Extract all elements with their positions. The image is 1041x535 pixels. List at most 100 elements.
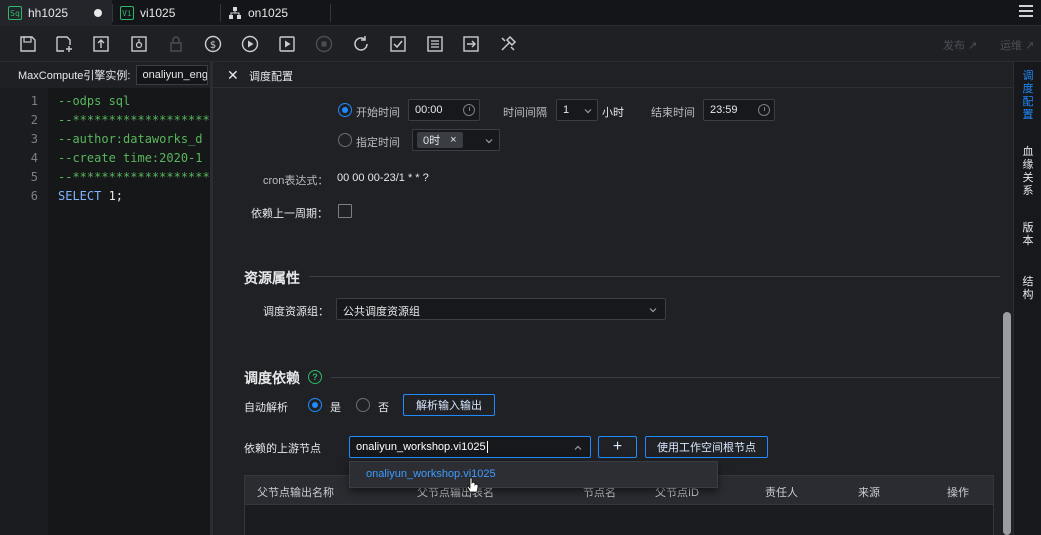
publish-link[interactable]: 发布 ↗ bbox=[943, 37, 977, 53]
code-line: 4 --create time:2020-1 bbox=[0, 151, 212, 170]
tab-vi1025[interactable]: Vi vi1025 bbox=[112, 0, 220, 26]
engine-bar: MaxCompute引擎实例: onaliyun_eng bbox=[0, 62, 212, 88]
code-text: SELECT 1; bbox=[58, 189, 123, 203]
engine-select[interactable]: onaliyun_eng bbox=[136, 65, 209, 85]
hamburger-menu-icon[interactable] bbox=[1019, 5, 1033, 19]
code-line: 3 --author:dataworks_d bbox=[0, 132, 212, 151]
section-divider bbox=[331, 377, 1001, 378]
resource-group-select[interactable]: 公共调度资源组 bbox=[336, 298, 666, 320]
sidebar-char: 版 bbox=[1022, 222, 1034, 234]
code-line: 2 --********************** bbox=[0, 113, 212, 132]
cost-estimate-icon[interactable]: $ bbox=[204, 35, 222, 53]
start-time-input[interactable]: 00:00 bbox=[408, 99, 480, 121]
code-editor[interactable]: 1 --odps sql 2 --********************** … bbox=[0, 88, 212, 535]
specified-time-radio[interactable] bbox=[338, 133, 352, 147]
auto-parse-label: 自动解析 bbox=[244, 402, 288, 414]
lock-icon[interactable] bbox=[167, 35, 185, 53]
code-text: --********************** bbox=[58, 113, 212, 127]
line-number: 4 bbox=[30, 151, 38, 165]
unsaved-dot-icon bbox=[94, 9, 102, 17]
chevron-down-icon bbox=[485, 136, 493, 144]
stop-icon[interactable] bbox=[315, 35, 333, 53]
line-number: 6 bbox=[30, 189, 38, 203]
sidebar-item-version[interactable]: 版 本 bbox=[1014, 222, 1041, 248]
dataworks-ide: Sq hh1025 Vi vi1025 on1025 $ 发布 ↗ 运维 ↗ M… bbox=[0, 0, 1041, 535]
interval-unit: 小时 bbox=[602, 107, 624, 119]
panel-header: ✕ 调度配置 bbox=[213, 62, 1013, 88]
sidebar-char: 关 bbox=[1022, 172, 1034, 184]
upstream-node-input[interactable]: onaliyun_workshop.vi1025 bbox=[349, 436, 591, 458]
add-upstream-button[interactable]: + bbox=[598, 436, 637, 458]
submit-icon[interactable] bbox=[92, 35, 110, 53]
interval-label: 时间间隔 bbox=[503, 107, 547, 119]
chevron-up-icon bbox=[574, 443, 582, 451]
panel-scrollbar-thumb[interactable] bbox=[1003, 312, 1011, 535]
start-time-radio[interactable] bbox=[338, 103, 352, 117]
close-icon[interactable]: ✕ bbox=[227, 68, 241, 82]
hour-tag-label: 0时 bbox=[423, 135, 441, 147]
tools-icon[interactable] bbox=[499, 35, 517, 53]
save-icon[interactable] bbox=[19, 35, 37, 53]
tab-on1025[interactable]: on1025 bbox=[220, 0, 330, 26]
steal-lock-icon[interactable] bbox=[130, 35, 148, 53]
tab-divider bbox=[330, 4, 331, 22]
interval-value: 1 bbox=[563, 104, 570, 116]
sidebar-char: 置 bbox=[1022, 109, 1034, 121]
node-tree-icon bbox=[228, 6, 242, 20]
tab-hh1025[interactable]: Sq hh1025 bbox=[0, 0, 112, 26]
sql-text: 1; bbox=[101, 189, 124, 203]
vi-file-icon: Vi bbox=[120, 6, 134, 20]
save-as-icon[interactable] bbox=[55, 35, 73, 53]
tab-label: hh1025 bbox=[28, 6, 69, 20]
clock-icon bbox=[463, 104, 475, 116]
code-line: 5 --********************** bbox=[0, 170, 212, 189]
code-line: 1 --odps sql bbox=[0, 94, 212, 113]
sidebar-item-lineage[interactable]: 血 缘 关 系 bbox=[1014, 146, 1041, 198]
use-root-node-button[interactable]: 使用工作空间根节点 bbox=[645, 436, 768, 458]
end-time-input[interactable]: 23:59 bbox=[703, 99, 775, 121]
col-owner: 责任人 bbox=[765, 487, 798, 499]
auto-parse-yes-radio[interactable] bbox=[308, 398, 322, 412]
svg-text:$: $ bbox=[210, 40, 216, 51]
tag-close-icon[interactable]: × bbox=[450, 134, 456, 146]
run-with-params-icon[interactable] bbox=[278, 35, 296, 53]
upstream-node-value: onaliyun_workshop.vi1025 bbox=[356, 441, 486, 453]
line-number: 2 bbox=[30, 113, 38, 127]
export-icon[interactable] bbox=[462, 35, 480, 53]
tab-label: on1025 bbox=[248, 6, 289, 20]
auto-parse-yes-label: 是 bbox=[330, 402, 341, 414]
help-icon[interactable]: ? bbox=[308, 370, 322, 384]
auto-parse-no-label: 否 bbox=[378, 402, 389, 414]
code-text: --create time:2020-1 bbox=[58, 151, 203, 165]
code-text: --********************** bbox=[58, 170, 212, 184]
parse-io-button[interactable]: 解析输入输出 bbox=[403, 394, 495, 416]
sidebar-item-structure[interactable]: 结 构 bbox=[1014, 276, 1041, 302]
sidebar-item-schedule-config[interactable]: 调 度 配 置 bbox=[1014, 70, 1041, 122]
upstream-suggestion-dropdown: onaliyun_workshop.vi1025 bbox=[349, 461, 718, 488]
hour-tag: 0时 × bbox=[417, 132, 463, 148]
end-time-value: 23:59 bbox=[710, 104, 738, 116]
start-time-label: 开始时间 bbox=[356, 107, 400, 119]
ops-link[interactable]: 运维 ↗ bbox=[1000, 37, 1034, 53]
col-action: 操作 bbox=[947, 487, 969, 499]
sidebar-char: 血 bbox=[1022, 146, 1034, 158]
sidebar-char: 配 bbox=[1022, 96, 1034, 108]
sidebar-char: 系 bbox=[1022, 185, 1034, 197]
suggestion-item[interactable]: onaliyun_workshop.vi1025 bbox=[350, 462, 717, 488]
code-line: 6 SELECT 1; bbox=[0, 189, 212, 208]
engine-label: MaxCompute引擎实例: bbox=[18, 70, 131, 82]
validate-icon[interactable] bbox=[389, 35, 407, 53]
schedule-config-panel: ✕ 调度配置 开始时间 00:00 时间间隔 1 小时 结束时间 23:59 指… bbox=[213, 62, 1013, 535]
auto-parse-no-radio[interactable] bbox=[356, 398, 370, 412]
text-cursor bbox=[486, 441, 488, 454]
start-time-value: 00:00 bbox=[415, 104, 443, 116]
depend-prev-checkbox[interactable] bbox=[338, 204, 352, 218]
format-icon[interactable] bbox=[426, 35, 444, 53]
run-icon[interactable] bbox=[241, 35, 259, 53]
right-sidebar: 调 度 配 置 血 缘 关 系 版 本 结 构 bbox=[1013, 62, 1041, 535]
line-number: 1 bbox=[30, 94, 38, 108]
interval-select[interactable]: 1 bbox=[556, 99, 598, 121]
toolbar: $ 发布 ↗ 运维 ↗ bbox=[0, 26, 1041, 62]
panel-title: 调度配置 bbox=[249, 71, 293, 83]
reload-icon[interactable] bbox=[352, 35, 370, 53]
